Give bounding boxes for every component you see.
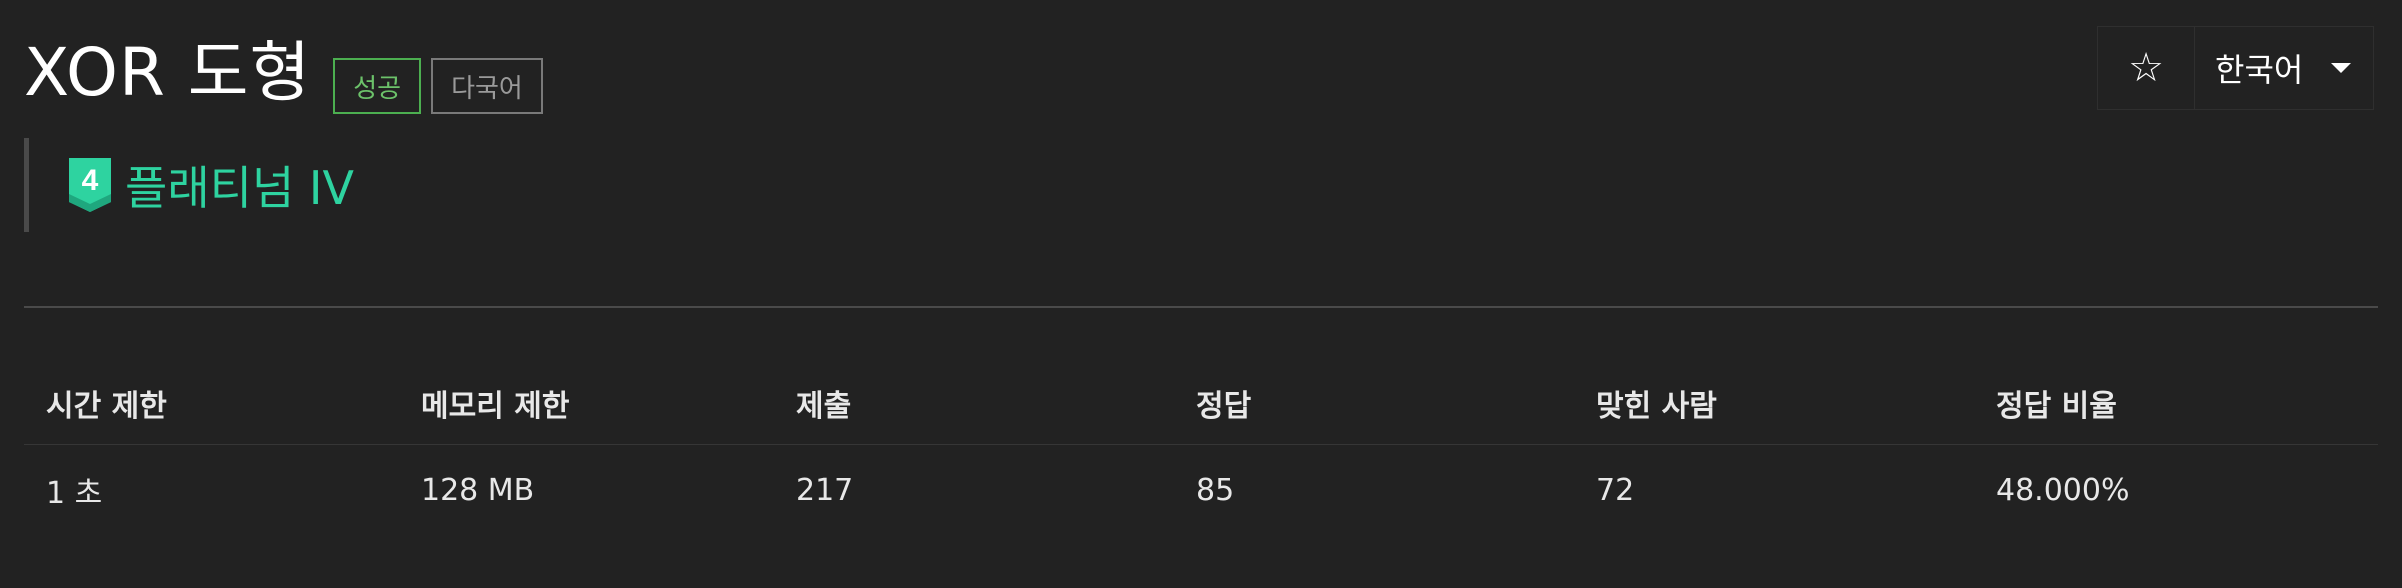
header-solved-users: 맞힌 사람 — [1596, 389, 1717, 424]
value-memory-limit: 128 MB — [421, 472, 535, 508]
divider — [24, 306, 2378, 308]
problem-page: XOR 도형 성공 다국어 ☆ 한국어 4 플래티넘 IV 시간 제한 메모리 … — [0, 0, 2402, 588]
problem-controls: ☆ 한국어 — [2097, 26, 2374, 110]
problem-info-table: 시간 제한 메모리 제한 제출 정답 맞힌 사람 정답 비율 1 초 128 M… — [24, 362, 2378, 535]
header-memory-limit: 메모리 제한 — [421, 389, 570, 424]
language-label: 한국어 — [2215, 51, 2304, 89]
value-accepted[interactable]: 85 — [1174, 473, 1574, 508]
header-time-limit: 시간 제한 — [46, 389, 167, 424]
success-label[interactable]: 성공 — [333, 58, 422, 114]
star-icon: ☆ — [2128, 45, 2164, 91]
platinum-tier-icon: 4 — [69, 158, 111, 212]
tier-level: 4 — [82, 164, 99, 197]
header-accept-ratio: 정답 비율 — [1996, 389, 2117, 424]
title-row: XOR 도형 성공 다국어 — [24, 28, 543, 118]
header-accepted: 정답 — [1196, 389, 1252, 424]
table-header-row: 시간 제한 메모리 제한 제출 정답 맞힌 사람 정답 비율 — [24, 362, 2378, 445]
value-solved-users[interactable]: 72 — [1574, 473, 1974, 508]
favorite-button[interactable]: ☆ — [2098, 27, 2195, 109]
table-row: 1 초 128 MB 217 85 72 48.000% — [24, 445, 2378, 535]
value-submissions[interactable]: 217 — [774, 473, 1174, 508]
caret-down-icon — [2331, 63, 2352, 73]
language-select[interactable]: 한국어 — [2195, 27, 2373, 109]
value-accept-ratio: 48.000% — [1996, 472, 2130, 508]
multilang-label[interactable]: 다국어 — [431, 58, 543, 114]
value-time-limit: 1 초 — [46, 476, 103, 511]
problem-title: XOR 도형 — [24, 34, 312, 111]
tier-name: 플래티넘 IV — [125, 161, 354, 215]
tier-badge[interactable]: 4 플래티넘 IV — [24, 138, 354, 232]
header-submissions: 제출 — [796, 389, 852, 424]
